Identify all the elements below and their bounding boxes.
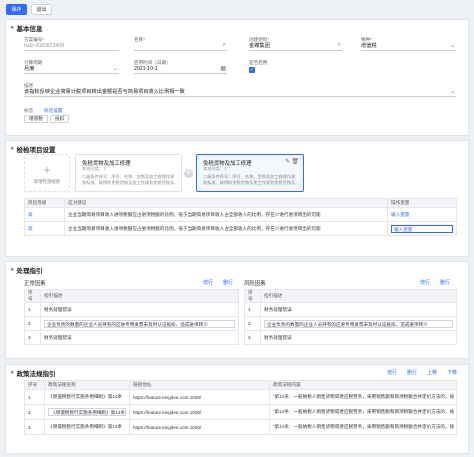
column-header: 序号 — [24, 289, 41, 303]
advice-cell[interactable]: 企业当期简易项目收入进项税额应占进项税额的比例，低于当期简易项目收入占全部收入的… — [64, 207, 388, 222]
handle-guide-panel: ▾ 处理指引 正常因素 增行 删行 序号 指引描述 1 财务处理错误 2 企业负责的数量… — [5, 261, 469, 359]
table-row: 高 企业当期简易项目收入进项税额应占进项税额的比例，低于当期简易项目收入占全部收… — [24, 207, 457, 222]
table-row[interactable]: 3 《增值税暂行实施条例细则》第14条 https://feature.king… — [24, 419, 457, 435]
column-header: 序号 — [244, 289, 261, 303]
link-connector-icon: ⊕ — [184, 169, 193, 178]
delete-row-button[interactable]: 删行 — [223, 279, 233, 286]
start-date-field[interactable]: 2021-10-1 ▦ — [134, 64, 227, 74]
search-icon[interactable]: ⌕ — [338, 42, 341, 49]
policy-guide-header[interactable]: ▾ 政策法规指引 — [11, 368, 56, 378]
column-header: 应对建议 — [64, 198, 388, 208]
rule-card[interactable]: 免税货物及加工修理 本规则类：1 二级条件序号：序号、名称、货物及加工修理作规划… — [75, 154, 182, 192]
policy-table: 序号 政策法规名称 链接地址 政策法规内容 1 《增值税暂行实施条例细则》第14… — [24, 380, 457, 435]
collapse-caret-icon[interactable]: ▾ — [11, 146, 14, 152]
check-settings-panel: ▾ 检检项目设置 + 新增检测规则 免税货物及加工修理 本规则类：1 二级条件序号… — [5, 140, 469, 257]
move-up-button[interactable]: 上移 — [427, 369, 437, 376]
search-icon[interactable]: ⌕ — [223, 42, 226, 49]
delete-icon[interactable]: 🗑 — [291, 158, 299, 165]
rule-card-subtitle: 本规则类：1 — [82, 166, 106, 171]
add-row-button[interactable]: 增行 — [387, 369, 397, 376]
exit-button[interactable]: 退出 — [31, 4, 52, 15]
tag-chip[interactable]: 抵扣 — [50, 115, 70, 123]
column-header: 序号 — [24, 380, 45, 390]
code-field[interactable]: fxdz-0080823409 — [24, 41, 119, 51]
chevron-down-icon[interactable]: ⌄ — [450, 42, 455, 49]
add-rule-card[interactable]: + 新增检测规则 — [24, 154, 70, 192]
period-select[interactable]: 月度 ⌄ — [24, 64, 119, 74]
enabled-label: 是否启用 — [249, 60, 268, 65]
tags-label: 标签 — [24, 108, 34, 113]
policy-guide-panel: ▾ 政策法规指引 增行 删行 上移 下移 序号 政策法规名称 链接地址 政策法规内… — [5, 364, 469, 454]
table-row[interactable]: 3 财务处理错误 — [244, 330, 457, 345]
table-row[interactable]: 2 企业负责的数量的企业人员持有的应进专用发票未及时认证抵扣，造成进项转少 — [244, 316, 457, 331]
risk-level-table: 风险等级 应对建议 操作变量 高 企业当期简易项目收入进项税额应占进项税额的比例… — [24, 198, 457, 236]
variable-cell[interactable]: 输入变量 — [387, 207, 457, 222]
policy-guide-title: 政策法规指引 — [16, 371, 56, 378]
chevron-down-icon[interactable]: ⌄ — [450, 88, 455, 95]
risk-level-select[interactable]: 高 — [24, 207, 65, 222]
basic-info-title: 基本信息 — [16, 26, 43, 33]
column-header: 指引描述 — [260, 289, 457, 303]
add-rule-label: 新增检测规则 — [33, 179, 61, 184]
tag-chip[interactable]: 增值税 — [24, 115, 48, 123]
edit-icon[interactable]: ✎ — [285, 158, 290, 165]
column-header: 风险等级 — [24, 198, 65, 208]
variable-cell[interactable]: 输入变量 — [387, 221, 457, 236]
table-row[interactable]: 1 财务处理错误 — [24, 302, 239, 317]
collapse-caret-icon[interactable]: ▾ — [11, 25, 14, 31]
add-row-button[interactable]: 增行 — [203, 279, 213, 286]
check-settings-title: 检检项目设置 — [16, 147, 56, 154]
tag-setting-link[interactable]: 标签设置 — [44, 108, 62, 114]
handle-guide-header[interactable]: ▾ 处理指引 — [11, 265, 43, 275]
normal-factors-label: 正常因素 — [24, 281, 46, 287]
table-row[interactable]: 1 财务处理错误 — [244, 302, 457, 317]
table-row[interactable]: 1 《增值税暂行实施条例细则》第14条 https://feature.king… — [24, 389, 457, 405]
chevron-down-icon[interactable]: ⌄ — [113, 65, 118, 72]
risk-factors-table: 序号 指引描述 1 财务处理错误 2 企业负责的数量的企业人员持有的应进专用发票未及时… — [244, 289, 457, 345]
enabled-checkbox[interactable]: ✓ — [249, 67, 255, 73]
delete-row-button[interactable]: 删行 — [440, 279, 450, 286]
collapse-caret-icon[interactable]: ▾ — [11, 267, 14, 273]
risk-level-select[interactable]: 高 — [24, 221, 65, 236]
rule-card-body: 二级条件序号：序号、名称、货物及加工修理作规划标准、取得的免税货物及加工作规划免… — [203, 174, 299, 185]
name-field[interactable]: ⌕ — [134, 41, 227, 51]
check-settings-header[interactable]: ▾ 检检项目设置 — [11, 144, 56, 154]
tax-select[interactable]: 增值税 ⌄ — [361, 41, 456, 51]
save-button[interactable]: 保存 — [6, 4, 27, 15]
add-row-button[interactable]: 增行 — [420, 279, 430, 286]
calendar-icon[interactable]: ▦ — [220, 65, 226, 72]
table-row: 高 企业当期简易项目收入进项税额应占进项税额的比例，低于当期简易项目收入占全部收… — [24, 221, 457, 236]
column-header: 链接地址 — [129, 380, 270, 390]
column-header: 操作变量 — [387, 198, 457, 208]
basic-info-panel: ▾ 基本信息 方案编号* fxdz-0080823409 名称* ⌕ 创建组织* … — [5, 19, 469, 136]
delete-row-button[interactable]: 删行 — [407, 369, 417, 376]
column-header: 指引描述 — [40, 289, 239, 303]
basic-info-header[interactable]: ▾ 基本信息 — [11, 23, 43, 33]
normal-factors-table: 序号 指引描述 1 财务处理错误 2 企业负责的数量的企业人员持有的应进专用发票未及时… — [24, 289, 239, 345]
table-row[interactable]: 2 企业负责的数量的企业人员持有的应进专用发票未及时认证抵扣，造成进项转少 — [24, 316, 239, 331]
table-row[interactable]: 3 财务处理错误 — [24, 330, 239, 345]
move-down-button[interactable]: 下移 — [447, 369, 457, 376]
rule-card-body: 二级条件序号：序号、名称、货物及加工修理作规划标准、取得的免税货物及加工作规划免… — [82, 174, 178, 185]
column-header: 政策法规内容 — [269, 380, 457, 390]
org-field[interactable]: 金蝶集团 ⌕ — [249, 41, 342, 51]
table-row[interactable]: 2 《增值税暂行实施条例细则》第14条 https://feature.king… — [24, 404, 457, 420]
collapse-caret-icon[interactable]: ▾ — [11, 370, 14, 376]
handle-guide-title: 处理指引 — [16, 268, 43, 275]
desc-field[interactable]: 该指标反映企业简易计税项目转出金额是否与简易项目收入比例相一致 ⌄ — [24, 87, 456, 97]
risk-factors-label: 风险因素 — [244, 281, 266, 287]
plus-icon: + — [43, 163, 51, 177]
advice-cell[interactable]: 企业当期简易项目收入进项税额应占进项税额的比例，低于当期简易项目收入占全部收入的… — [64, 221, 388, 236]
rule-card-selected[interactable]: 免税货物及加工修理 ✎ 🗑 本规则类：1 二级条件序号：序号、名称、货物及加工修… — [196, 154, 304, 192]
column-header: 政策法规名称 — [44, 380, 130, 390]
rule-card-subtitle: 本规则类：1 — [203, 166, 227, 171]
